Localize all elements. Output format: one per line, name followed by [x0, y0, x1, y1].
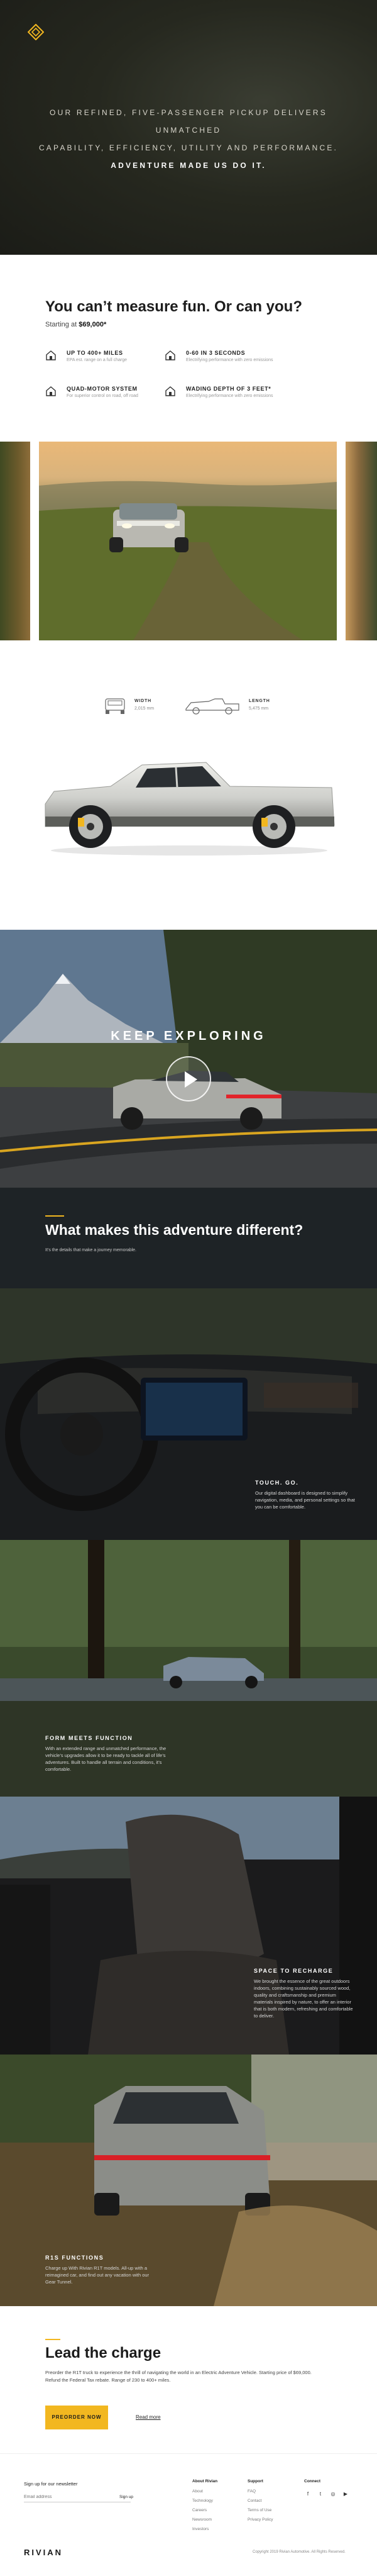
home-icon	[46, 350, 56, 360]
footer-link[interactable]: Terms of Use	[248, 2508, 273, 2512]
footer-heading: About Rivian	[192, 2479, 218, 2484]
hero-line-3: ADVENTURE MADE US DO IT.	[111, 161, 266, 170]
length-value: 5,475 mm	[249, 706, 269, 711]
lead-text: Preorder the R1T truck to experience the…	[45, 2370, 312, 2383]
spec-title: UP TO 400+ MILES	[67, 350, 123, 356]
feature-caption: TOUCH. GO. Our digital dashboard is desi…	[255, 1480, 356, 1510]
width-label: WIDTH	[134, 699, 151, 703]
home-icon	[165, 386, 175, 396]
feature-text: Charge up With Rivian R1T models. All-up…	[45, 2265, 150, 2285]
feature-caption: R1S FUNCTIONS Charge up With Rivian R1T …	[45, 2255, 152, 2285]
offroad-truck-photo	[39, 481, 337, 640]
footer-link[interactable]: FAQ	[248, 2489, 273, 2494]
accent-bar	[45, 1215, 64, 1217]
width-value: 2,015 mm	[134, 706, 155, 711]
feature-text: Our digital dashboard is designed to sim…	[255, 1490, 355, 1510]
footer-column-about: About Rivian About Technology Careers Ne…	[192, 2479, 217, 2536]
carousel-next-image[interactable]	[346, 442, 377, 640]
different-section: What makes this adventure different? It’…	[0, 1188, 377, 1288]
hero-section: OUR REFINED, FIVE-PASSENGER PICKUP DELIV…	[0, 0, 377, 255]
feature-caption: FORM MEETS FUNCTION With an extended ran…	[45, 1735, 171, 1773]
carousel-main-image	[39, 442, 337, 640]
feature-text: With an extended range and unmatched per…	[45, 1746, 167, 1772]
different-title: What makes this adventure different?	[45, 1222, 303, 1238]
rivian-wordmark[interactable]: RIVIAN	[24, 2548, 63, 2557]
twitter-icon[interactable]: t	[317, 2491, 324, 2499]
rivian-logo-icon[interactable]	[28, 24, 44, 40]
feature-text: We brought the essence of the great outd…	[254, 1978, 353, 2019]
email-field[interactable]	[24, 2492, 131, 2502]
feature-form-function: FORM MEETS FUNCTION With an extended ran…	[0, 1540, 377, 1797]
footer-heading: Connect	[304, 2479, 320, 2484]
footer-column-support: Support FAQ Contact Terms of Use Privacy…	[248, 2479, 273, 2527]
play-icon[interactable]	[166, 1056, 211, 1101]
footer-link[interactable]: Privacy Policy	[248, 2517, 273, 2522]
instagram-icon[interactable]: ◎	[329, 2491, 337, 2499]
footer-heading: Support	[248, 2479, 263, 2484]
spec-title: WADING DEPTH OF 3 FEET*	[186, 386, 271, 392]
length-label: LENGTH	[249, 699, 270, 703]
accent-bar	[45, 2339, 60, 2340]
price-prefix: Starting at	[45, 321, 77, 328]
truck-side-icon	[185, 698, 239, 715]
footer-link[interactable]: Newsroom	[192, 2517, 217, 2522]
footer-link[interactable]: Contact	[248, 2499, 273, 2503]
keep-exploring-section: KEEP EXPLORING	[0, 930, 377, 1188]
spec-sub: Electrifying performance with zero emiss…	[186, 394, 273, 398]
spec-title: 0-60 IN 3 SECONDS	[186, 350, 246, 356]
spec-sub: For superior control on road, off road	[67, 394, 138, 398]
youtube-icon[interactable]: ▶	[342, 2491, 349, 2499]
preorder-button[interactable]: PREORDER NOW	[45, 2406, 108, 2429]
starting-price: Starting at $69,000*	[45, 321, 106, 328]
hero-statement: OUR REFINED, FIVE-PASSENGER PICKUP DELIV…	[25, 104, 352, 174]
hero-line-2: CAPABILITY, EFFICIENCY, UTILITY AND PERF…	[38, 143, 339, 152]
home-icon	[165, 350, 175, 360]
copyright-text: Copyright 2019 Rivian Automotive. All Ri…	[253, 2550, 346, 2554]
feature-title: R1S FUNCTIONS	[45, 2255, 104, 2261]
newsletter-label: Sign up for our newsletter	[24, 2481, 78, 2487]
feature-caption: SPACE TO RECHARGE We brought the essence…	[254, 1968, 354, 2019]
feature-title: TOUCH. GO.	[255, 1480, 299, 1486]
spec-title: QUAD-MOTOR SYSTEM	[67, 386, 138, 392]
feature-r1s: R1S FUNCTIONS Charge up With Rivian R1T …	[0, 2055, 377, 2306]
width-dimension: WIDTH 2,015 mm	[102, 695, 171, 718]
feature-title: SPACE TO RECHARGE	[254, 1968, 334, 1974]
keep-exploring-title: KEEP EXPLORING	[111, 1029, 266, 1043]
footer-divider	[0, 2453, 377, 2454]
read-more-link[interactable]: Read more	[136, 2414, 161, 2420]
lead-title: Lead the charge	[45, 2345, 161, 2361]
truck-side-photo	[45, 762, 335, 856]
footer-link[interactable]: Careers	[192, 2508, 217, 2512]
truck-front-icon	[105, 698, 125, 714]
hero-line-1: OUR REFINED, FIVE-PASSENGER PICKUP DELIV…	[50, 108, 327, 135]
feature-title: FORM MEETS FUNCTION	[45, 1735, 133, 1741]
different-subtitle: It’s the details that make a journey mem…	[45, 1248, 137, 1252]
footer-link[interactable]: Investors	[192, 2527, 217, 2531]
feature-touch-go: TOUCH. GO. Our digital dashboard is desi…	[0, 1288, 377, 1540]
spec-sub: Electrifying performance with zero emiss…	[186, 358, 273, 362]
footer-column-connect: Connect	[304, 2479, 320, 2489]
home-icon	[46, 386, 56, 396]
carousel-prev-image[interactable]	[0, 442, 30, 640]
footer-link[interactable]: Technology	[192, 2499, 217, 2503]
facebook-icon[interactable]: f	[304, 2491, 312, 2499]
signup-button[interactable]: Sign up	[119, 2495, 133, 2499]
price-value: $69,000*	[79, 321, 107, 328]
spec-sub: EPA est. range on a full charge	[67, 358, 127, 362]
specs-title: You can’t measure fun. Or can you?	[45, 298, 302, 315]
footer-link[interactable]: About	[192, 2489, 217, 2494]
length-dimension: LENGTH 5,475 mm	[183, 695, 278, 718]
feature-space-recharge: SPACE TO RECHARGE We brought the essence…	[0, 1797, 377, 2055]
